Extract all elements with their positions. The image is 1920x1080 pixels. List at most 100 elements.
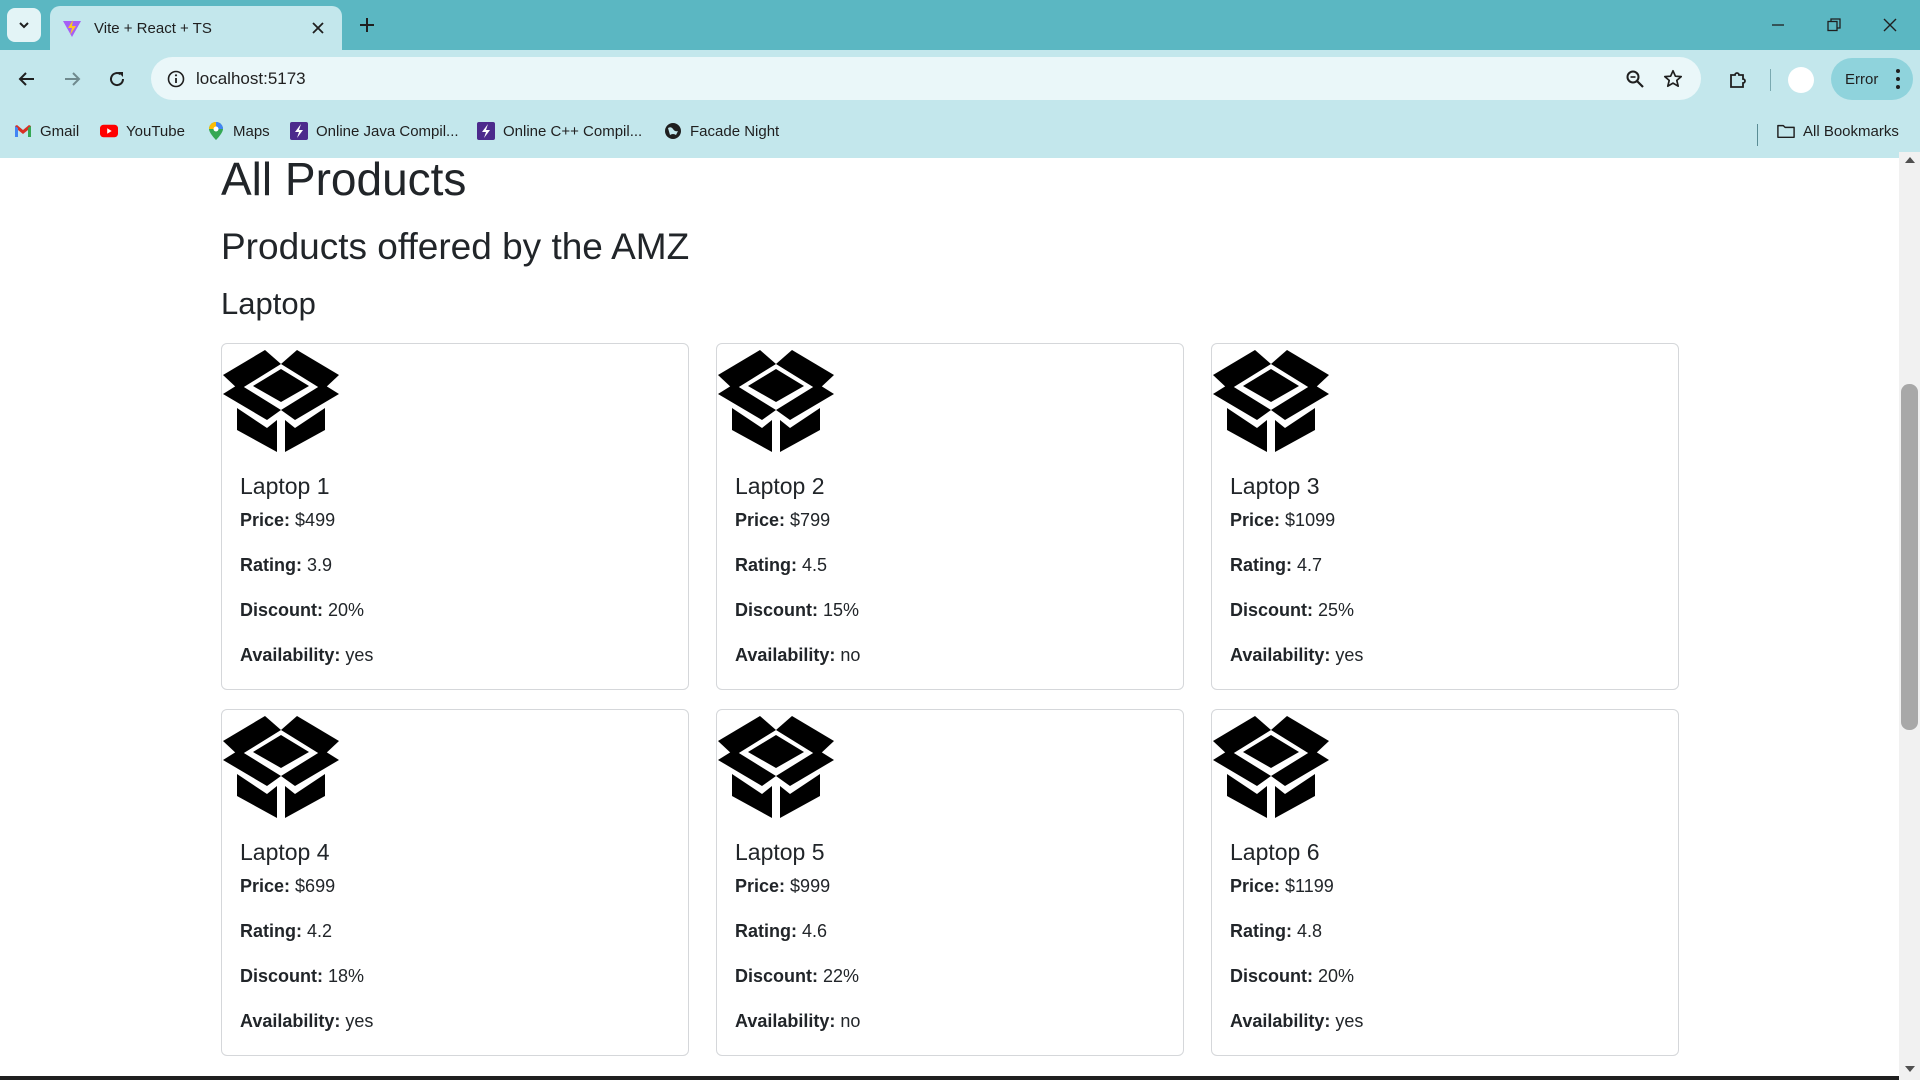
close-icon	[1883, 18, 1897, 32]
maps-icon	[207, 122, 225, 140]
bookmarks-divider	[1757, 124, 1758, 146]
product-discount: Discount: 15%	[735, 600, 860, 620]
product-availability: Availability: yes	[240, 1011, 374, 1031]
product-rating: Rating: 4.6	[735, 921, 828, 941]
category-heading: Laptop	[221, 286, 316, 321]
product-name: Laptop 2	[735, 473, 825, 499]
product-card[interactable]: Laptop 3 Price: $1099 Rating: 4.7 Discou…	[1211, 343, 1679, 690]
profile-avatar[interactable]	[1788, 67, 1814, 93]
box-icon	[223, 716, 339, 818]
tab-strip: Vite + React + TS	[0, 0, 1920, 50]
bookmark-facade-night[interactable]: Facade Night	[664, 122, 779, 140]
bookmark-label: Online Java Compil...	[316, 122, 459, 140]
gmail-icon	[14, 122, 32, 140]
product-name: Laptop 1	[240, 473, 330, 499]
plus-icon	[360, 18, 374, 32]
bookmark-label: YouTube	[126, 122, 185, 140]
minimize-button[interactable]	[1750, 0, 1806, 50]
box-icon	[718, 716, 834, 818]
close-tab-icon[interactable]	[306, 16, 330, 40]
product-card[interactable]: Laptop 4 Price: $699 Rating: 4.2 Discoun…	[221, 709, 689, 1056]
error-label: Error	[1845, 70, 1879, 88]
all-bookmarks-button[interactable]: All Bookmarks	[1777, 122, 1899, 140]
product-price: Price: $1099	[1230, 510, 1336, 530]
url-text[interactable]: localhost:5173	[196, 69, 306, 89]
bookmark-youtube[interactable]: YouTube	[100, 122, 185, 140]
scroll-up-arrow-icon[interactable]	[1905, 157, 1915, 163]
browser-tab[interactable]: Vite + React + TS	[50, 6, 342, 50]
product-card[interactable]: Laptop 6 Price: $1199 Rating: 4.8 Discou…	[1211, 709, 1679, 1056]
bookmark-cpp-compiler[interactable]: Online C++ Compil...	[477, 122, 642, 140]
product-price: Price: $999	[735, 876, 831, 896]
more-vert-icon	[1895, 69, 1901, 89]
page-content: All Products Products offered by the AMZ…	[0, 152, 1899, 1076]
restore-button[interactable]	[1806, 0, 1862, 50]
chevron-down-icon	[19, 22, 29, 29]
product-availability: Availability: yes	[240, 645, 374, 665]
page-title: All Products	[221, 153, 467, 205]
site-info-icon[interactable]	[161, 64, 191, 94]
error-menu-button[interactable]: Error	[1831, 58, 1913, 100]
arrow-right-icon	[65, 72, 81, 86]
product-availability: Availability: yes	[1230, 645, 1364, 665]
tab-search-button[interactable]	[7, 8, 41, 42]
product-grid: Laptop 1 Price: $499 Rating: 3.9 Discoun…	[221, 343, 1679, 1056]
youtube-icon	[100, 122, 118, 140]
product-card[interactable]: Laptop 5 Price: $999 Rating: 4.6 Discoun…	[716, 709, 1184, 1056]
box-icon	[718, 350, 834, 452]
tab-title: Vite + React + TS	[94, 19, 212, 37]
product-rating: Rating: 3.9	[240, 555, 333, 575]
restore-icon	[1827, 18, 1841, 32]
address-bar[interactable]: localhost:5173	[151, 57, 1701, 100]
folder-icon	[1777, 122, 1795, 140]
back-button[interactable]	[8, 60, 46, 98]
window-bottom-border	[0, 1076, 1899, 1080]
product-price: Price: $799	[735, 510, 831, 530]
product-card[interactable]: Laptop 2 Price: $799 Rating: 4.5 Discoun…	[716, 343, 1184, 690]
product-availability: Availability: no	[735, 645, 861, 665]
product-availability: Availability: no	[735, 1011, 861, 1031]
page-subtitle: Products offered by the AMZ	[221, 226, 690, 267]
bookmark-label: Maps	[233, 122, 270, 140]
product-card[interactable]: Laptop 1 Price: $499 Rating: 3.9 Discoun…	[221, 343, 689, 690]
product-rating: Rating: 4.8	[1230, 921, 1323, 941]
product-discount: Discount: 22%	[735, 966, 860, 986]
globe-icon	[664, 122, 682, 140]
product-rating: Rating: 4.2	[240, 921, 333, 941]
toolbar-divider	[1770, 69, 1771, 91]
bolt-icon	[477, 122, 495, 140]
product-name: Laptop 4	[240, 839, 330, 865]
product-rating: Rating: 4.5	[735, 555, 828, 575]
product-name: Laptop 5	[735, 839, 825, 865]
bolt-icon	[290, 122, 308, 140]
new-tab-button[interactable]	[352, 10, 382, 40]
product-price: Price: $499	[240, 510, 336, 530]
zoom-icon[interactable]	[1621, 65, 1649, 93]
bookmark-label: Online C++ Compil...	[503, 122, 643, 140]
extensions-button[interactable]	[1719, 60, 1757, 98]
reload-button[interactable]	[98, 60, 136, 98]
forward-button[interactable]	[53, 60, 91, 98]
product-price: Price: $699	[240, 876, 336, 896]
reload-icon	[110, 72, 125, 87]
product-price: Price: $1199	[1230, 876, 1334, 896]
bookmark-gmail[interactable]: Gmail	[14, 122, 79, 140]
product-discount: Discount: 20%	[240, 600, 365, 620]
product-name: Laptop 6	[1230, 839, 1320, 865]
bookmark-java-compiler[interactable]: Online Java Compil...	[290, 122, 459, 140]
bookmark-maps[interactable]: Maps	[207, 122, 270, 140]
minimize-icon	[1772, 24, 1784, 26]
close-window-button[interactable]	[1862, 0, 1918, 50]
page-scrollbar[interactable]	[1899, 152, 1920, 1080]
scroll-thumb[interactable]	[1901, 384, 1918, 730]
puzzle-icon	[1730, 72, 1746, 88]
product-discount: Discount: 18%	[240, 966, 365, 986]
arrow-left-icon	[18, 72, 34, 86]
bookmark-label: Facade Night	[690, 122, 780, 140]
scroll-down-arrow-icon[interactable]	[1905, 1066, 1915, 1072]
product-discount: Discount: 25%	[1230, 600, 1355, 620]
product-availability: Availability: yes	[1230, 1011, 1364, 1031]
bookmark-star-icon[interactable]	[1659, 65, 1687, 93]
vite-logo-icon	[62, 18, 82, 38]
box-icon	[223, 350, 339, 452]
